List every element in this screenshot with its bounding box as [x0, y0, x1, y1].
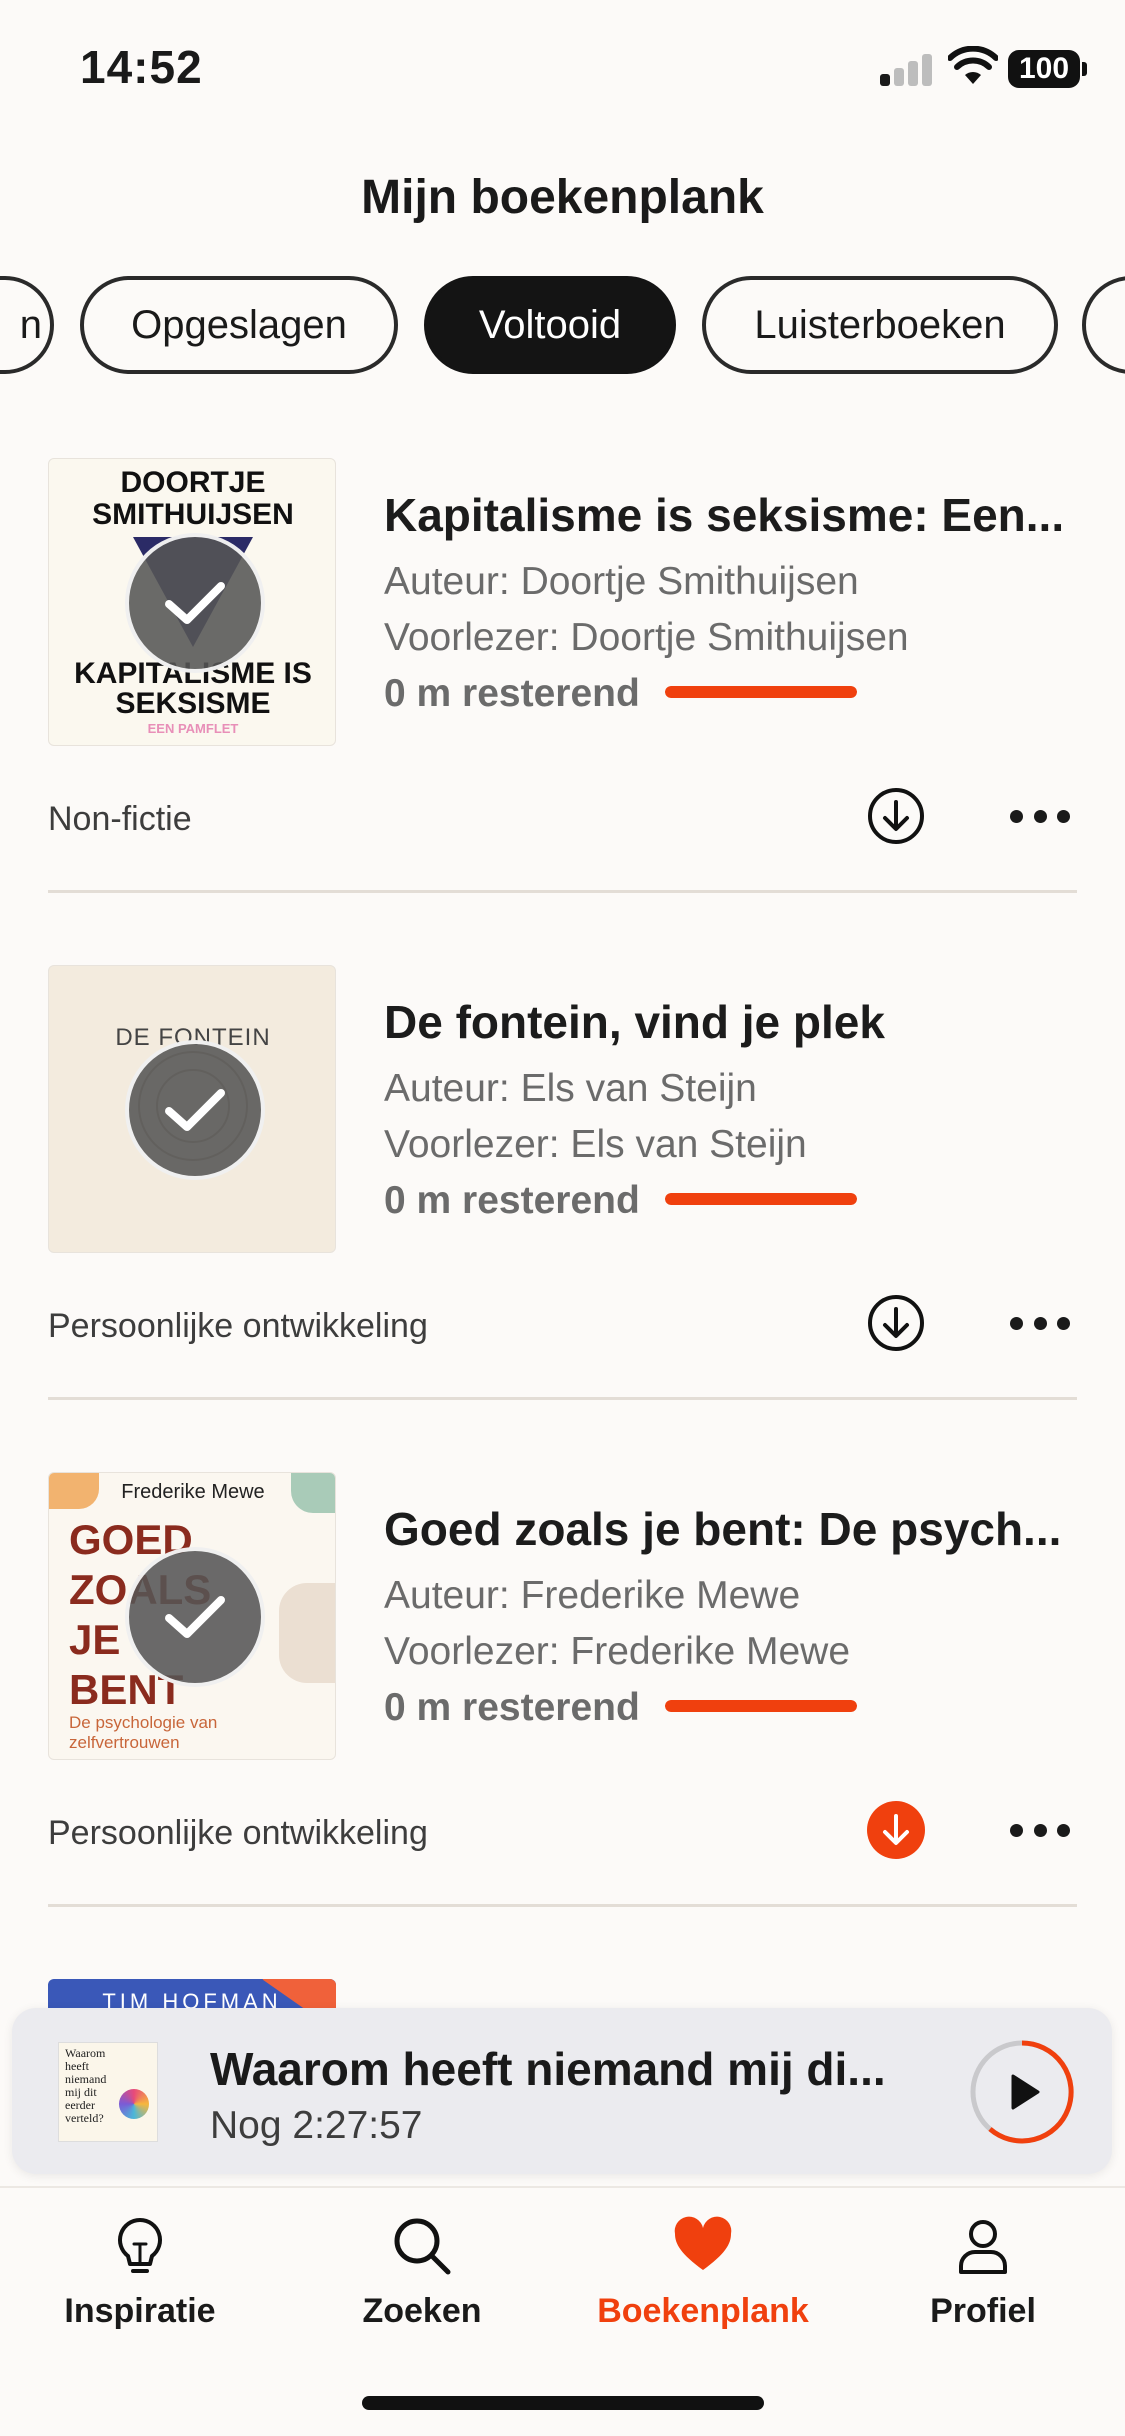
book-genre: Persoonlijke ontwikkeling	[48, 1307, 428, 1345]
remaining-time: 0 m resterend	[384, 672, 640, 715]
filter-chip-luisterboeken[interactable]: Luisterboeken	[702, 276, 1058, 374]
book-item[interactable]: DOORTJE SMITHUIJSEN KAPITALISME IS SEKSI…	[0, 458, 1125, 898]
cover-subtitle-text: De psychologie van zelfvertrouwen	[69, 1713, 218, 1752]
lightbulb-icon	[118, 2218, 162, 2273]
downloaded-icon[interactable]	[866, 1800, 926, 1860]
book-author: Auteur: Doortje Smithuijsen	[384, 560, 859, 603]
more-options-icon[interactable]	[1010, 1311, 1070, 1335]
tab-profiel[interactable]: Profiel	[863, 2214, 1103, 2354]
battery-icon: 100	[1008, 50, 1087, 88]
filter-chip-partial[interactable]: n	[0, 276, 54, 374]
book-author: Auteur: Frederike Mewe	[384, 1574, 801, 1617]
completed-check-icon	[125, 533, 265, 673]
book-cover[interactable]: DE FONTEIN	[48, 965, 336, 1253]
book-item[interactable]: DE FONTEIN De fontein, vind je plek Aute…	[0, 965, 1125, 1405]
tab-boekenplank[interactable]: Boekenplank	[583, 2214, 823, 2354]
heart-icon	[674, 2216, 732, 2270]
wifi-icon	[948, 46, 998, 84]
remaining-time: 0 m resterend	[384, 1179, 640, 1222]
filter-chip-opgeslagen[interactable]: Opgeslagen	[80, 276, 398, 374]
mini-player-remaining: Nog 2:27:57	[210, 2104, 423, 2147]
book-item[interactable]: Frederike Mewe GOED ZOALS JE BENT De psy…	[0, 1472, 1125, 1912]
divider	[48, 1904, 1077, 1907]
completed-check-icon	[125, 1547, 265, 1687]
mini-player[interactable]: Waarom heeft niemand mij dit eerder vert…	[12, 2008, 1112, 2174]
more-options-icon[interactable]	[1010, 804, 1070, 828]
completed-check-icon	[125, 1040, 265, 1180]
play-icon[interactable]	[968, 2038, 1076, 2146]
filter-chips: n Opgeslagen Voltooid Luisterboeken	[0, 276, 1125, 374]
page-title: Mijn boekenplank	[361, 171, 764, 224]
filter-chip-next[interactable]	[1082, 276, 1125, 374]
divider	[48, 890, 1077, 893]
cover-author-text: DOORTJE SMITHUIJSEN	[92, 466, 294, 531]
status-bar: 14:52 100	[0, 0, 1125, 135]
mini-player-cover: Waarom heeft niemand mij dit eerder vert…	[58, 2042, 158, 2142]
status-time: 14:52	[80, 41, 203, 93]
more-options-icon[interactable]	[1010, 1818, 1070, 1842]
book-genre: Non-fictie	[48, 800, 192, 838]
book-title[interactable]: Goed zoals je bent: De psych...	[384, 1502, 1084, 1556]
download-icon[interactable]	[866, 1293, 926, 1353]
filter-chip-voltooid[interactable]: Voltooid	[424, 276, 676, 374]
remaining-time: 0 m resterend	[384, 1686, 640, 1729]
book-author: Auteur: Els van Steijn	[384, 1067, 757, 1110]
tab-zoeken[interactable]: Zoeken	[302, 2214, 542, 2354]
cellular-signal-icon	[880, 52, 934, 86]
progress-bar	[665, 686, 857, 698]
search-icon	[394, 2218, 451, 2275]
book-narrator: Voorlezer: Doortje Smithuijsen	[384, 616, 909, 659]
cover-tag-text: EEN PAMFLET	[147, 721, 239, 736]
book-genre: Persoonlijke ontwikkeling	[48, 1814, 428, 1852]
mini-player-title: Waarom heeft niemand mij di...	[210, 2043, 886, 2095]
download-icon[interactable]	[866, 786, 926, 846]
book-title[interactable]: De fontein, vind je plek	[384, 995, 1084, 1049]
tab-inspiratie[interactable]: Inspiratie	[20, 2214, 260, 2354]
home-indicator	[362, 2396, 764, 2410]
book-cover[interactable]: DOORTJE SMITHUIJSEN KAPITALISME IS SEKSI…	[48, 458, 336, 746]
book-narrator: Voorlezer: Els van Steijn	[384, 1123, 807, 1166]
book-narrator: Voorlezer: Frederike Mewe	[384, 1630, 851, 1673]
progress-bar	[665, 1193, 857, 1205]
book-cover[interactable]: Frederike Mewe GOED ZOALS JE BENT De psy…	[48, 1472, 336, 1760]
profile-icon	[959, 2220, 1007, 2274]
progress-bar	[665, 1700, 857, 1712]
book-title[interactable]: Kapitalisme is seksisme: Een...	[384, 488, 1084, 542]
divider	[48, 1397, 1077, 1400]
cover-author-text: Frederike Mewe	[121, 1481, 265, 1503]
